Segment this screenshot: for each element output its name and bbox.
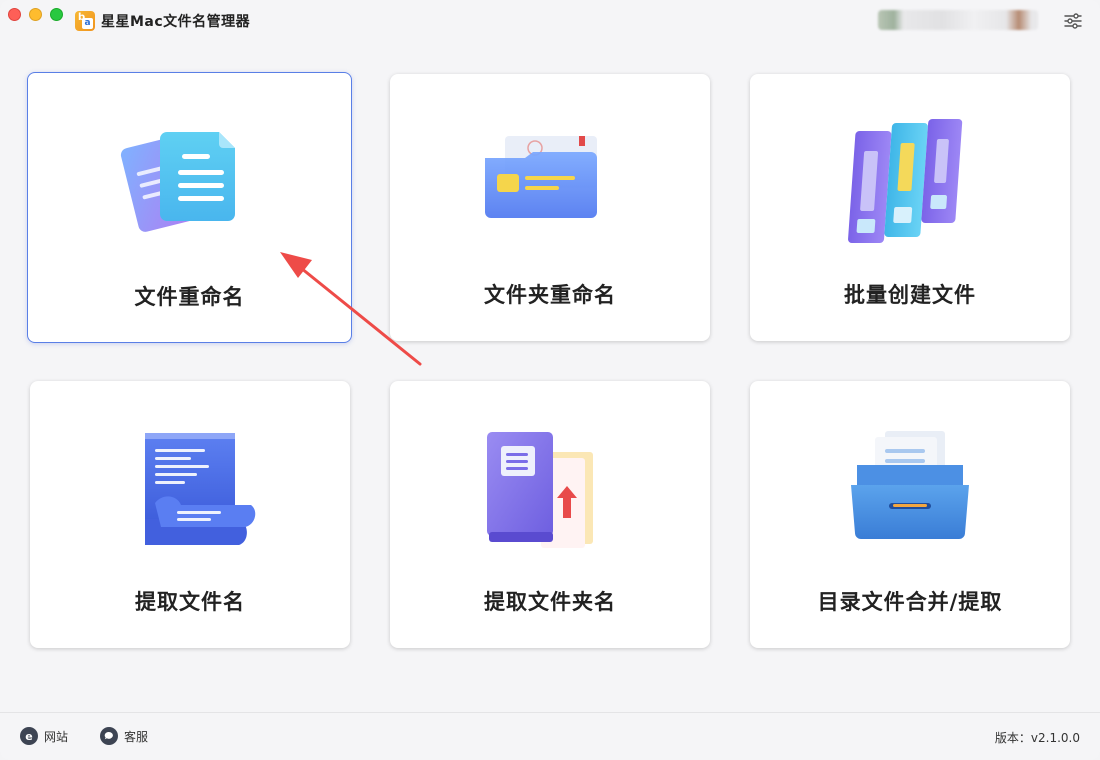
card-label: 批量创建文件 — [844, 283, 976, 307]
support-label: 客服 — [124, 729, 149, 744]
card-batch-create[interactable]: 批量创建文件 — [750, 74, 1070, 341]
minimize-button[interactable] — [29, 8, 42, 21]
chat-bubble-icon — [100, 727, 118, 745]
card-label: 文件夹重命名 — [484, 283, 616, 307]
folder-icon — [485, 136, 597, 218]
close-button[interactable] — [8, 8, 21, 21]
website-label: 网站 — [44, 729, 69, 744]
card-directory-merge[interactable]: 目录文件合并/提取 — [750, 381, 1070, 648]
scroll-document-icon — [145, 433, 256, 545]
maximize-button[interactable] — [50, 8, 63, 21]
app-window: b a 星星Mac文件名管理器 文件重命名 文件夹重命名 批量创建文件 提取文件… — [0, 0, 1100, 760]
logo-sub-glyph: a — [82, 18, 93, 29]
settings-sliders-icon — [1064, 13, 1082, 29]
title-bar: b a 星星Mac文件名管理器 — [0, 0, 1100, 40]
card-extract-foldername[interactable]: 提取文件夹名 — [390, 381, 710, 648]
settings-button[interactable] — [1062, 10, 1084, 32]
window-controls — [8, 8, 63, 21]
card-extract-filename[interactable]: 提取文件名 — [30, 381, 350, 648]
website-link[interactable]: e 网站 — [20, 727, 68, 745]
user-account-blurred[interactable] — [878, 10, 1038, 30]
version-text: 版本：v2.1.0.0 — [994, 731, 1080, 745]
app-logo-icon: b a — [75, 11, 95, 31]
documents-icon — [120, 132, 235, 232]
card-label: 目录文件合并/提取 — [817, 590, 1003, 614]
footer: e 网站 客服 版本：v2.1.0.0 — [0, 712, 1100, 760]
book-folder-icon — [487, 432, 593, 548]
card-label: 提取文件名 — [135, 590, 245, 614]
file-drawer-icon — [851, 431, 969, 539]
card-label: 文件重命名 — [134, 285, 245, 309]
binders-icon — [848, 119, 963, 243]
card-folder-rename[interactable]: 文件夹重命名 — [390, 74, 710, 341]
website-globe-icon: e — [20, 727, 38, 745]
app-title: 星星Mac文件名管理器 — [101, 14, 251, 30]
card-file-rename[interactable]: 文件重命名 — [27, 72, 352, 343]
card-label: 提取文件夹名 — [484, 590, 616, 614]
support-link[interactable]: 客服 — [100, 727, 148, 745]
